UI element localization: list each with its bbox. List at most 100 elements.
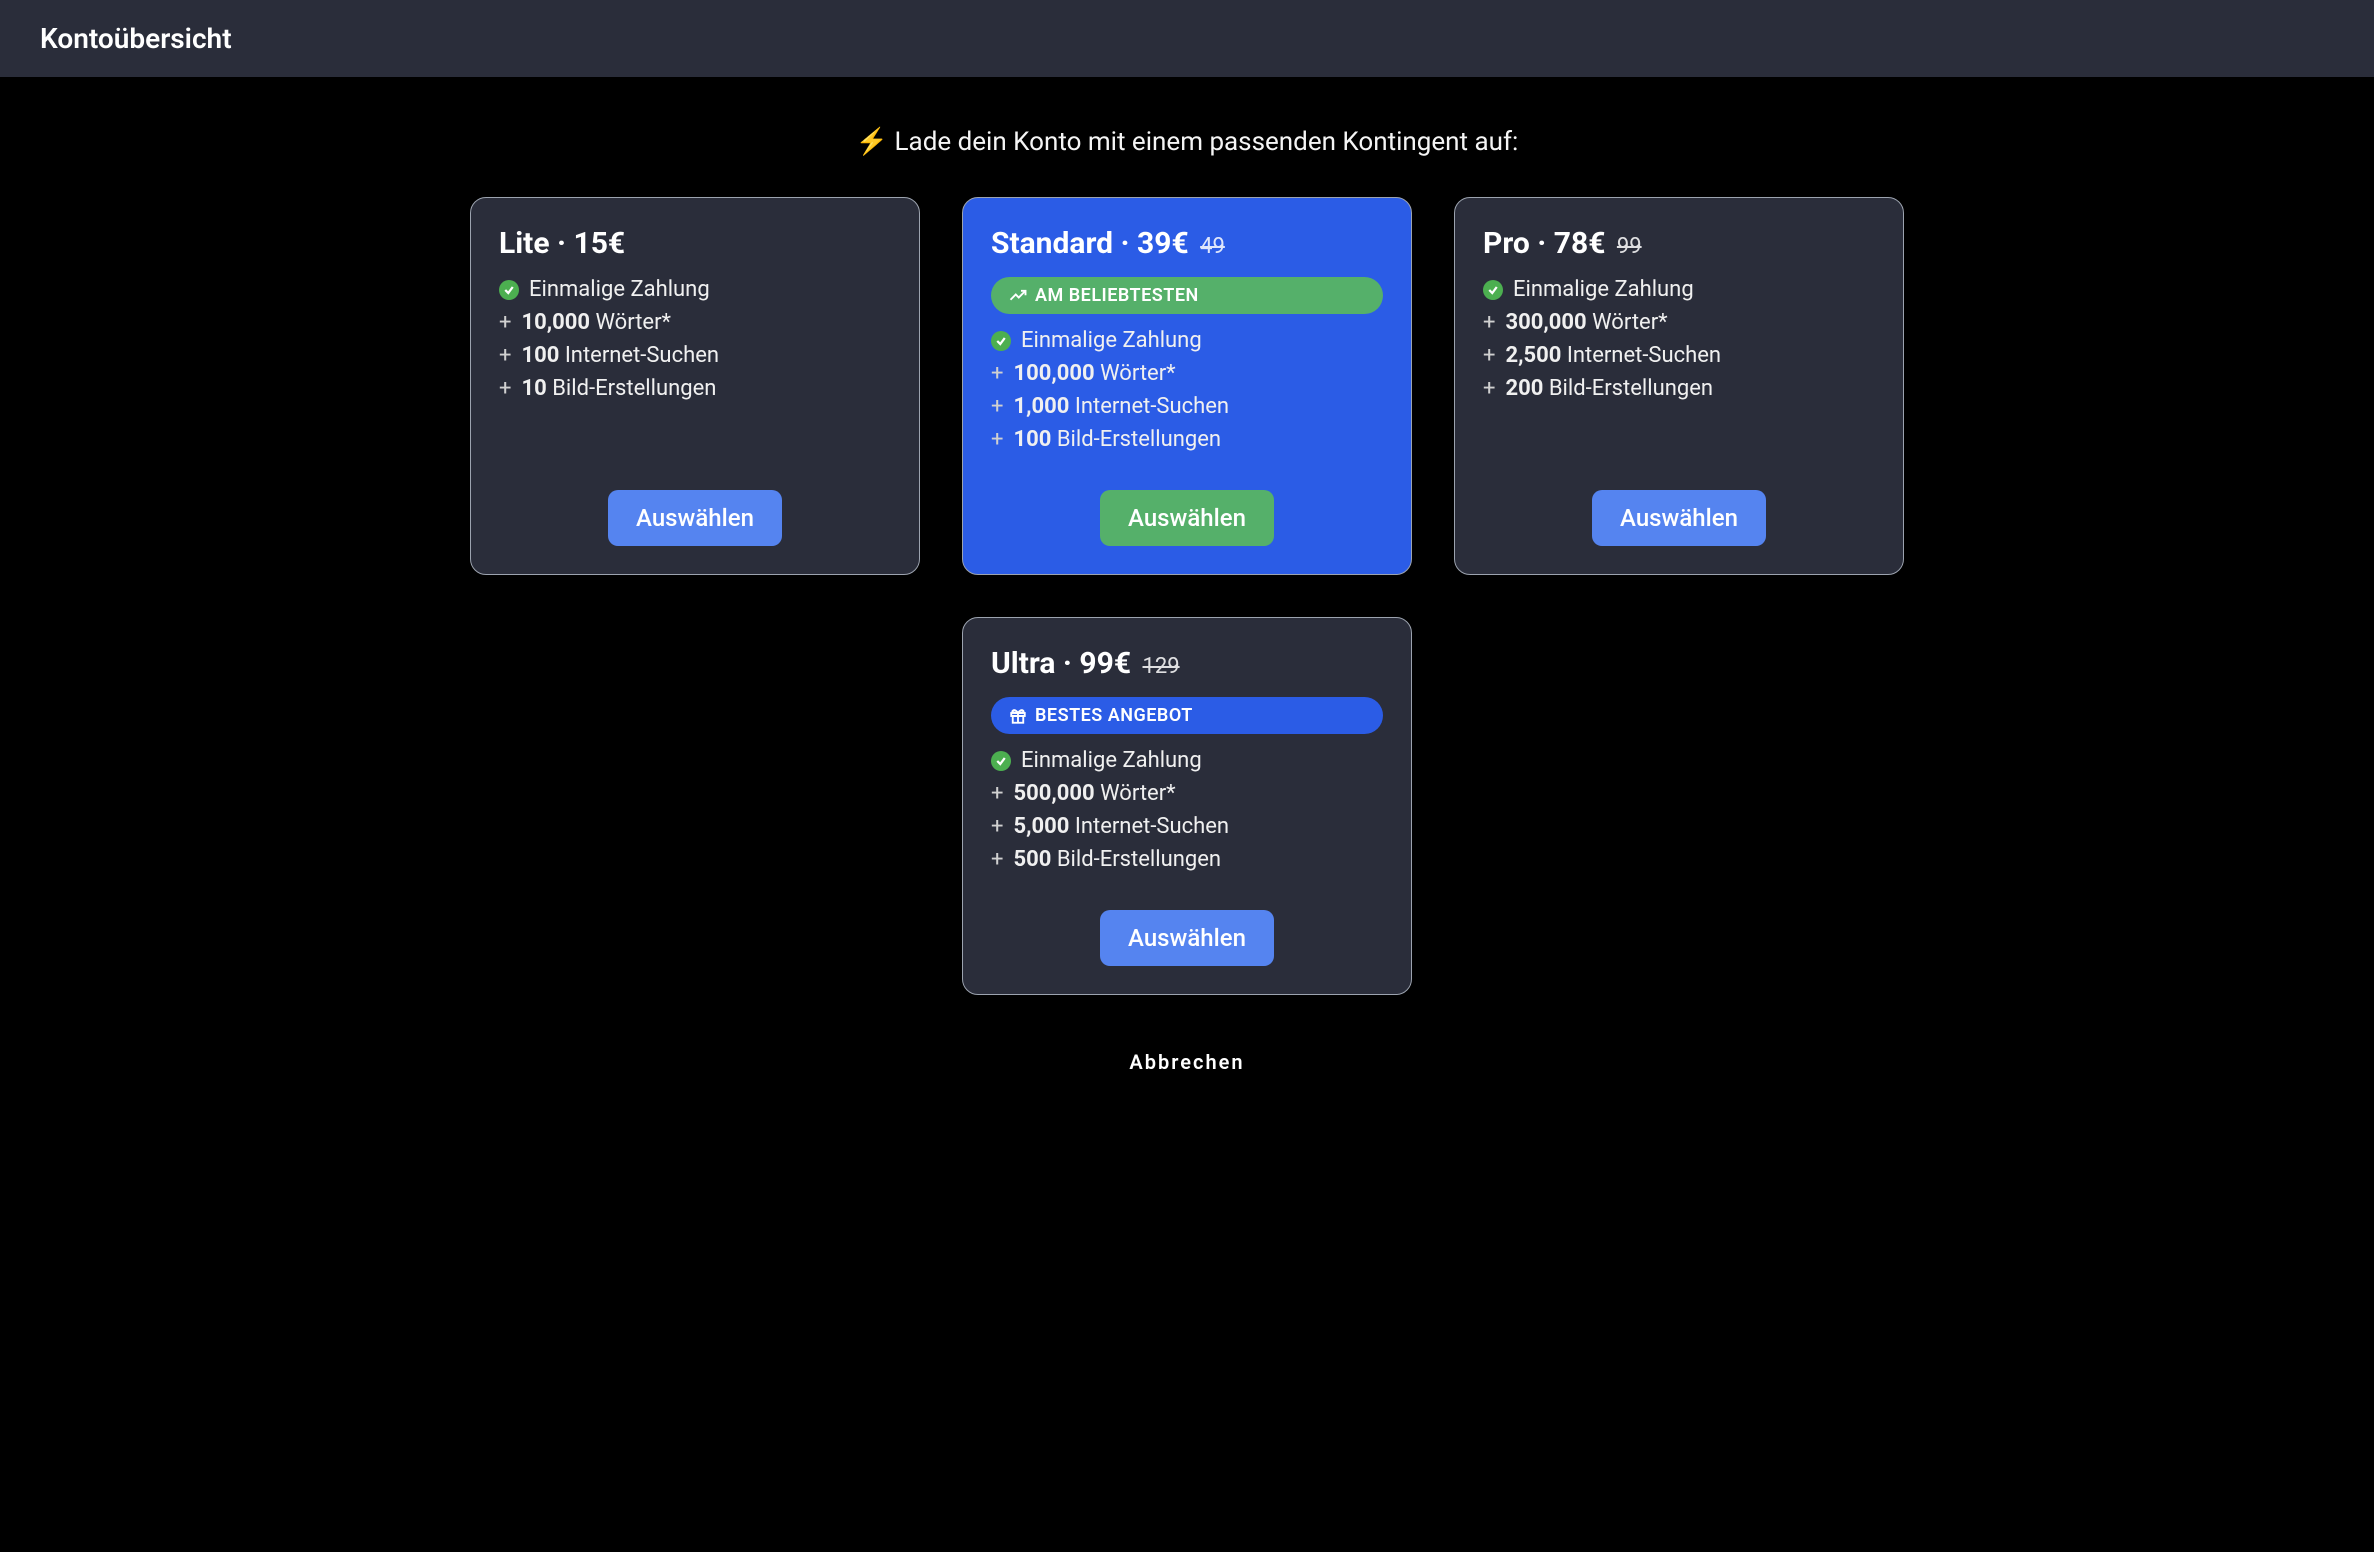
feature-label: Internet-Suchen (1075, 814, 1229, 839)
feature-searches: + 100 Internet-Suchen (499, 343, 891, 368)
feature-label: Bild-Erstellungen (1549, 376, 1713, 401)
feature-value: 500 (1013, 847, 1051, 872)
plan-price: 99€ (1079, 646, 1131, 681)
plan-name: Ultra (991, 646, 1055, 681)
badge-text: AM BELIEBTESTEN (1035, 285, 1199, 306)
feature-words: + 300,000 Wörter* (1483, 310, 1875, 335)
plan-name: Lite (499, 226, 550, 261)
plus-icon: + (499, 376, 511, 401)
plan-name: Pro (1483, 226, 1530, 261)
feature-text: Einmalige Zahlung (1021, 748, 1202, 773)
plus-icon: + (991, 394, 1003, 419)
feature-label: Wörter* (1100, 361, 1176, 386)
feature-words: + 100,000 Wörter* (991, 361, 1383, 386)
feature-payment: Einmalige Zahlung (499, 277, 891, 302)
plus-icon: + (1483, 343, 1495, 368)
feature-value: 100 (1013, 427, 1051, 452)
select-standard-button[interactable]: Auswählen (1100, 490, 1274, 546)
plan-title: Pro · 78€ 99 (1483, 226, 1875, 261)
feature-label: Internet-Suchen (1567, 343, 1721, 368)
plan-price: 78€ (1554, 226, 1606, 261)
feature-value: 10,000 (521, 310, 590, 335)
plus-icon: + (991, 847, 1003, 872)
feature-text: Einmalige Zahlung (1513, 277, 1694, 302)
feature-label: Wörter* (1592, 310, 1668, 335)
plan-old-price: 49 (1200, 234, 1225, 259)
plus-icon: + (991, 361, 1003, 386)
plan-card-standard: Standard · 39€ 49 AM BELIEBTESTEN Einmal… (962, 197, 1412, 575)
feature-value: 1,000 (1013, 394, 1069, 419)
plan-title: Standard · 39€ 49 (991, 226, 1383, 261)
badge-text: BESTES ANGEBOT (1035, 705, 1193, 726)
feature-searches: + 1,000 Internet-Suchen (991, 394, 1383, 419)
feature-label: Internet-Suchen (1075, 394, 1229, 419)
feature-label: Bild-Erstellungen (1057, 847, 1221, 872)
feature-images: + 10 Bild-Erstellungen (499, 376, 891, 401)
plus-icon: + (499, 310, 511, 335)
plan-old-price: 99 (1617, 234, 1642, 259)
feature-value: 2,500 (1505, 343, 1561, 368)
best-offer-badge: BESTES ANGEBOT (991, 697, 1383, 734)
plans-grid: Lite · 15€ Einmalige Zahlung + 10,000 Wö… (437, 197, 1937, 995)
feature-label: Internet-Suchen (565, 343, 719, 368)
select-pro-button[interactable]: Auswählen (1592, 490, 1766, 546)
subtitle: ⚡ Lade dein Konto mit einem passenden Ko… (20, 127, 2354, 157)
feature-value: 5,000 (1013, 814, 1069, 839)
feature-value: 500,000 (1013, 781, 1094, 806)
feature-value: 10 (521, 376, 546, 401)
check-circle-icon (991, 751, 1011, 771)
plus-icon: + (991, 427, 1003, 452)
check-circle-icon (1483, 280, 1503, 300)
feature-label: Bild-Erstellungen (552, 376, 716, 401)
cancel-button[interactable]: Abbrechen (1129, 1050, 1244, 1074)
feature-label: Wörter* (595, 310, 671, 335)
feature-value: 300,000 (1505, 310, 1586, 335)
card-footer: Auswählen (991, 460, 1383, 546)
page-header: Kontoübersicht (0, 0, 2374, 77)
check-circle-icon (991, 331, 1011, 351)
feature-images: + 200 Bild-Erstellungen (1483, 376, 1875, 401)
plus-icon: + (991, 781, 1003, 806)
most-popular-badge: AM BELIEBTESTEN (991, 277, 1383, 314)
feature-value: 100,000 (1013, 361, 1094, 386)
feature-label: Wörter* (1100, 781, 1176, 806)
feature-images: + 100 Bild-Erstellungen (991, 427, 1383, 452)
plus-icon: + (499, 343, 511, 368)
plan-card-lite: Lite · 15€ Einmalige Zahlung + 10,000 Wö… (470, 197, 920, 575)
page-title: Kontoübersicht (40, 22, 2334, 55)
feature-text: Einmalige Zahlung (1021, 328, 1202, 353)
plus-icon: + (1483, 376, 1495, 401)
feature-images: + 500 Bild-Erstellungen (991, 847, 1383, 872)
plan-card-ultra: Ultra · 99€ 129 BESTES ANGEBOT Einmalige… (962, 617, 1412, 995)
feature-value: 100 (521, 343, 559, 368)
gift-icon (1009, 707, 1027, 725)
feature-payment: Einmalige Zahlung (1483, 277, 1875, 302)
plan-old-price: 129 (1143, 654, 1180, 679)
select-ultra-button[interactable]: Auswählen (1100, 910, 1274, 966)
plan-title: Lite · 15€ (499, 226, 891, 261)
subtitle-text: Lade dein Konto mit einem passenden Kont… (895, 127, 1519, 157)
card-footer: Auswählen (1483, 460, 1875, 546)
plan-card-pro: Pro · 78€ 99 Einmalige Zahlung + 300,000… (1454, 197, 1904, 575)
feature-words: + 10,000 Wörter* (499, 310, 891, 335)
check-circle-icon (499, 280, 519, 300)
card-footer: Auswählen (499, 460, 891, 546)
feature-payment: Einmalige Zahlung (991, 328, 1383, 353)
feature-payment: Einmalige Zahlung (991, 748, 1383, 773)
content-area: ⚡ Lade dein Konto mit einem passenden Ko… (0, 77, 2374, 1114)
plus-icon: + (1483, 310, 1495, 335)
plan-price: 39€ (1137, 226, 1189, 261)
plan-name: Standard (991, 226, 1113, 261)
feature-text: Einmalige Zahlung (529, 277, 710, 302)
plan-title: Ultra · 99€ 129 (991, 646, 1383, 681)
feature-searches: + 2,500 Internet-Suchen (1483, 343, 1875, 368)
select-lite-button[interactable]: Auswählen (608, 490, 782, 546)
feature-words: + 500,000 Wörter* (991, 781, 1383, 806)
plan-price: 15€ (574, 226, 626, 261)
feature-value: 200 (1505, 376, 1543, 401)
trending-up-icon (1009, 287, 1027, 305)
plus-icon: + (991, 814, 1003, 839)
feature-label: Bild-Erstellungen (1057, 427, 1221, 452)
card-footer: Auswählen (991, 880, 1383, 966)
feature-searches: + 5,000 Internet-Suchen (991, 814, 1383, 839)
